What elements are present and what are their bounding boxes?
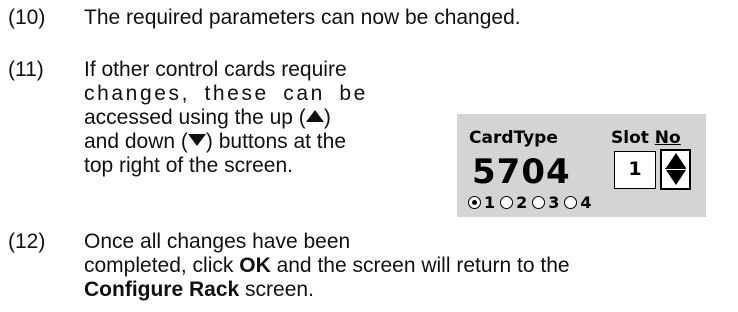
- ok-label: OK: [239, 254, 271, 277]
- radio-option-1[interactable]: 1: [468, 193, 495, 212]
- step-line: and down () buttons at the: [84, 130, 346, 153]
- radio-icon[interactable]: [564, 195, 578, 209]
- radio-option-3[interactable]: 3: [532, 193, 559, 212]
- radio-option-4[interactable]: 4: [564, 193, 592, 212]
- slot-number-field[interactable]: 1: [614, 151, 656, 189]
- spinner-up-icon[interactable]: [666, 153, 686, 168]
- step-text: The required parameters can now be chang…: [84, 6, 521, 29]
- step-number: (12): [8, 230, 46, 253]
- step-line: Once all changes have been: [84, 230, 351, 253]
- step-line: If other control cards require: [84, 58, 347, 81]
- card-type-label: CardType: [469, 128, 558, 148]
- radio-group: 1 2 3 4: [468, 193, 597, 212]
- step-line: changes, these can be: [84, 82, 368, 105]
- down-triangle-icon: [187, 134, 206, 146]
- step-line: Configure Rack screen.: [84, 278, 314, 301]
- step-number: (11): [8, 58, 44, 81]
- step-text: If other control cards require changes, …: [84, 58, 368, 178]
- step-line: completed, click OK and the screen will …: [84, 254, 570, 277]
- spinner-down-icon[interactable]: [666, 170, 686, 185]
- spinner-divider: [665, 168, 686, 169]
- radio-icon[interactable]: [500, 195, 514, 209]
- radio-selected-icon[interactable]: [468, 195, 481, 209]
- radio-option-2[interactable]: 2: [500, 193, 527, 212]
- radio-icon[interactable]: [532, 195, 546, 209]
- step-line: top right of the screen.: [84, 154, 293, 177]
- card-type-value: 5704: [472, 152, 571, 192]
- configure-rack-label: Configure Rack: [84, 278, 240, 301]
- step-text: Once all changes have been completed, cl…: [84, 230, 570, 302]
- step-number: (10): [8, 6, 46, 29]
- up-triangle-icon: [305, 110, 324, 122]
- card-type-panel: CardType Slot No 5704 1 1 2 3 4: [457, 114, 706, 217]
- slot-label: Slot No: [611, 128, 681, 148]
- slot-spinner[interactable]: [660, 149, 691, 190]
- step-line: accessed using the up (): [84, 106, 331, 129]
